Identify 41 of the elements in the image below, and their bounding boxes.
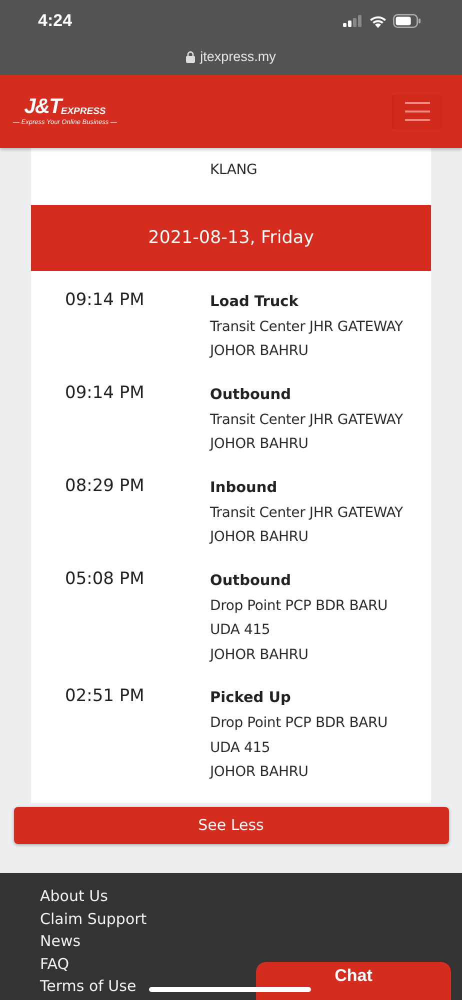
logo-word[interactable]: EXPRESS (60, 106, 106, 117)
event-time: 09:14 PM (65, 288, 146, 312)
location-text: Transit Center JHR GATEWAY (210, 410, 403, 430)
event-status: Picked Up (210, 689, 292, 708)
footer-link[interactable]: Terms of Use (40, 975, 136, 998)
logo-mark[interactable]: J&T (24, 97, 61, 117)
url-text[interactable]: jtexpress.my (200, 49, 276, 64)
date-banner: 2021-08-13, Friday (31, 204, 431, 270)
footer-link[interactable]: Claim Support (40, 908, 147, 930)
event-status: Load Truck (210, 292, 300, 312)
location-text: Transit Center JHR GATEWAY (210, 504, 403, 522)
event-time: 05:08 PM (65, 568, 146, 590)
menu-icon (405, 102, 430, 121)
footer-link[interactable]: News (40, 930, 81, 952)
event-status: Inbound (210, 478, 278, 498)
menu-button[interactable] (392, 94, 442, 128)
location-text: Drop Point PCP BDR BARU (210, 714, 388, 733)
location-text: JOHOR BAHRU (210, 763, 310, 782)
event-time: 02:51 PM (65, 685, 146, 708)
event-time: 09:14 PM (65, 382, 146, 404)
battery-icon (393, 14, 421, 28)
event-time: 08:29 PM (65, 474, 146, 498)
location-text: Drop Point PCP BDR BARU (210, 596, 388, 616)
location-text: JOHOR BAHRU (210, 646, 310, 664)
footer-link[interactable]: About Us (40, 885, 108, 908)
footer-link[interactable]: FAQ (40, 952, 70, 975)
signal-icon (343, 15, 363, 27)
location-text: Transit Center JHR GATEWAY (210, 318, 403, 336)
event-status: Outbound (210, 572, 292, 590)
location-text: JOHOR BAHRU (210, 528, 310, 547)
location-text: JOHOR BAHRU (210, 435, 310, 454)
location-text: UDA 415 (210, 621, 272, 640)
see-less-button[interactable]: See Less (14, 806, 448, 844)
location-text: KLANG (210, 161, 258, 180)
status-time: 4:24 (38, 11, 72, 31)
chat-button[interactable]: Chat (256, 962, 451, 1000)
event-status: Outbound (210, 386, 292, 404)
lock-icon (186, 51, 196, 63)
location-text: JOHOR BAHRU (210, 342, 310, 361)
wifi-icon (369, 14, 387, 28)
location-text: UDA 415 (210, 738, 272, 758)
